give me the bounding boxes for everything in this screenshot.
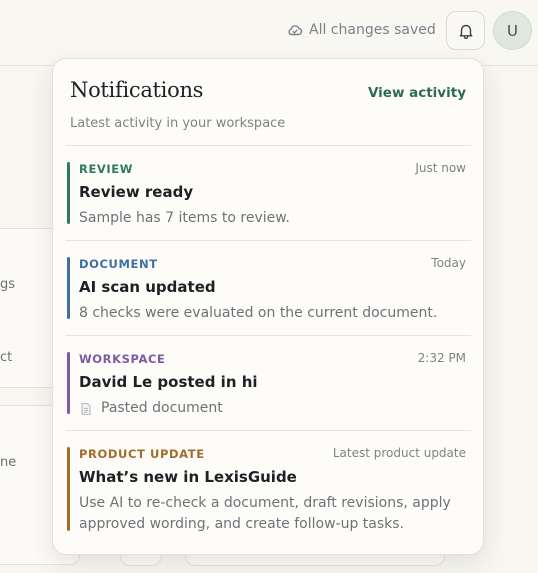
notification-body: 8 checks were evaluated on the current d…	[79, 305, 438, 321]
save-status: All changes saved	[287, 20, 436, 40]
background-text: ne	[0, 455, 17, 470]
notifications-button[interactable]	[446, 11, 485, 50]
notification-kind: REVIEW	[79, 162, 134, 176]
notification-body: Use AI to re-check a document, draft rev…	[79, 495, 451, 532]
avatar[interactable]: U	[493, 11, 532, 50]
accent-bar	[67, 447, 70, 531]
notification-title: David Le posted in hi	[79, 373, 258, 391]
save-status-text: All changes saved	[309, 22, 436, 38]
notifications-panel: Notifications View activity Latest activ…	[52, 58, 484, 555]
notification-body: Pasted document	[79, 398, 464, 419]
panel-title: Notifications	[70, 78, 204, 102]
notification-item[interactable]: DOCUMENT Today AI scan updated 8 checks …	[66, 240, 471, 335]
notification-time: 2:32 PM	[417, 351, 466, 365]
notification-item[interactable]: WORKSPACE 2:32 PM David Le posted in hi …	[66, 335, 471, 430]
notification-kind: WORKSPACE	[79, 352, 166, 366]
notification-time: Just now	[415, 161, 466, 175]
notification-item[interactable]: REVIEW Just now Review ready Sample has …	[66, 145, 471, 240]
accent-bar	[67, 162, 70, 224]
notification-list: REVIEW Just now Review ready Sample has …	[66, 145, 471, 545]
background-text: gs	[0, 277, 16, 292]
top-bar: All changes saved U	[0, 0, 538, 66]
notification-title: Review ready	[79, 183, 194, 201]
accent-bar	[67, 352, 70, 414]
notification-title: What’s new in LexisGuide	[79, 468, 297, 486]
notification-title: AI scan updated	[79, 278, 216, 296]
notification-body: Sample has 7 items to review.	[79, 210, 290, 226]
bell-icon	[459, 24, 472, 39]
cloud-check-icon	[288, 25, 303, 36]
notification-time: Today	[431, 256, 466, 270]
notification-body-text: Pasted document	[101, 400, 223, 416]
avatar-initial: U	[507, 21, 518, 40]
accent-bar	[67, 257, 70, 319]
panel-subtitle: Latest activity in your workspace	[70, 116, 286, 131]
notification-time: Latest product update	[332, 446, 466, 460]
document-icon	[81, 402, 91, 415]
background-text: ct	[0, 350, 13, 365]
notification-item[interactable]: PRODUCT UPDATE Latest product update Wha…	[66, 430, 471, 545]
notification-kind: PRODUCT UPDATE	[79, 447, 205, 461]
view-activity-link[interactable]: View activity	[368, 85, 466, 101]
notification-kind: DOCUMENT	[79, 257, 158, 271]
